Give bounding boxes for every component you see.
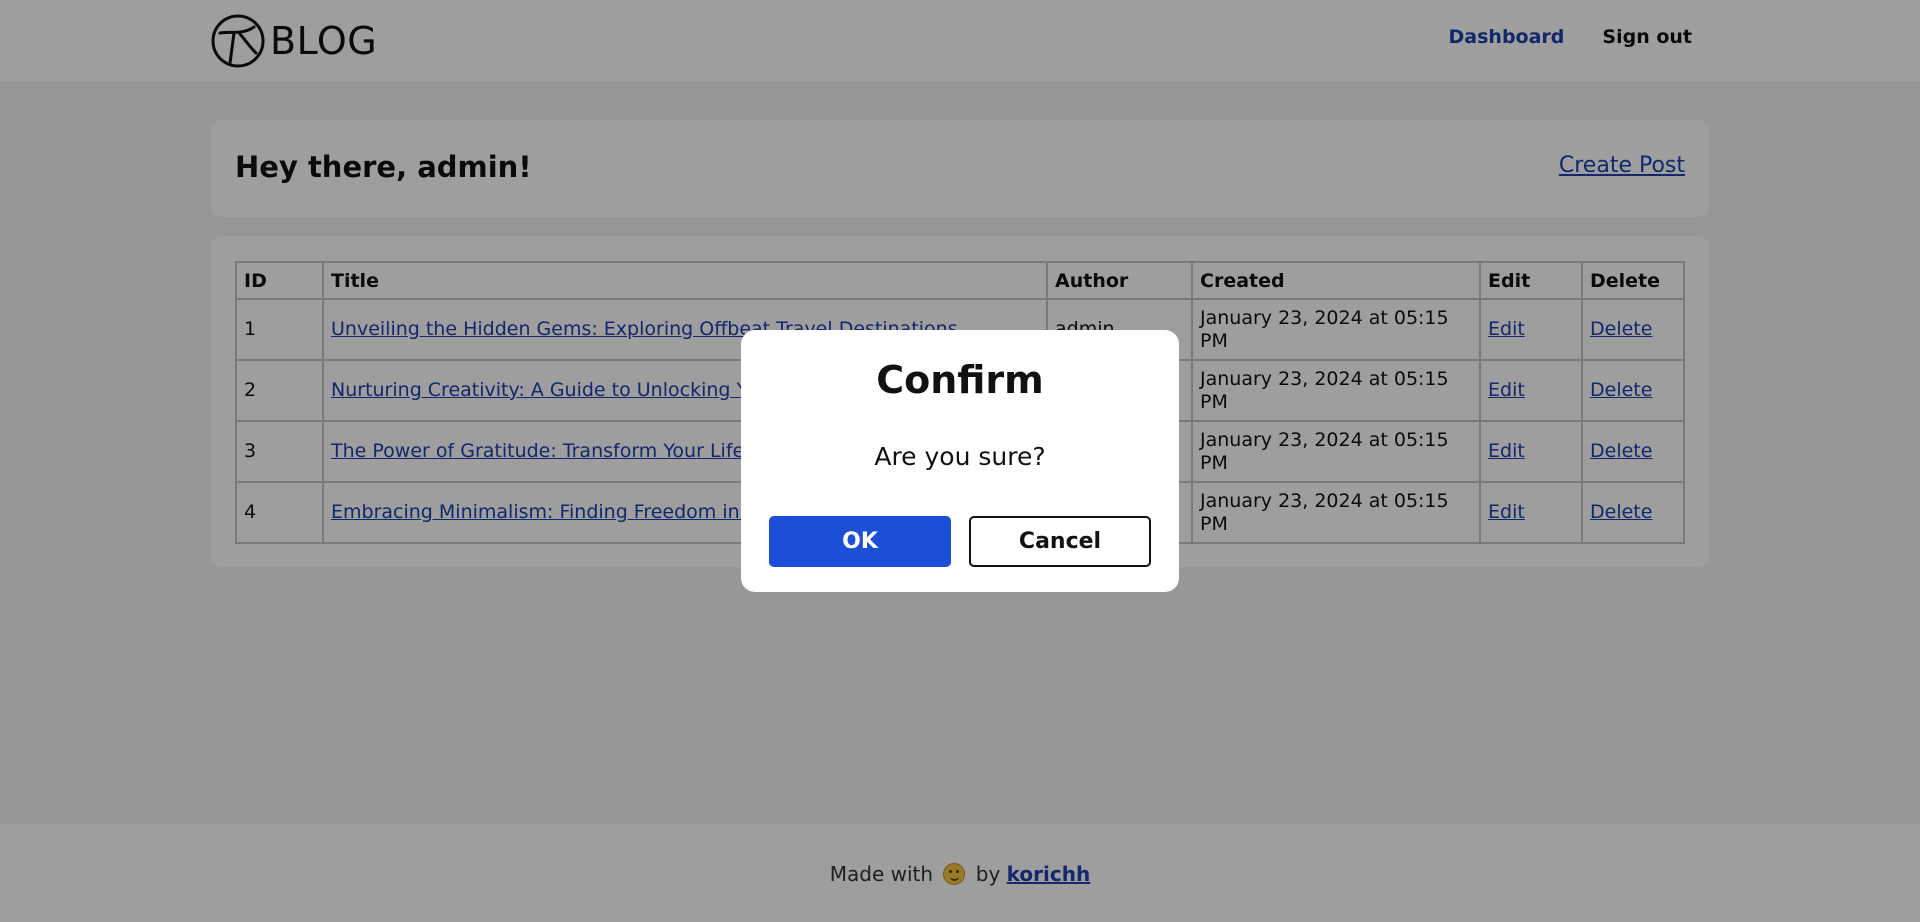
dialog-title: Confirm	[876, 358, 1044, 402]
dialog-message: Are you sure?	[874, 442, 1046, 471]
confirm-dialog: Confirm Are you sure? OK Cancel	[741, 330, 1179, 592]
ok-button[interactable]: OK	[769, 516, 951, 567]
cancel-button[interactable]: Cancel	[969, 516, 1151, 567]
